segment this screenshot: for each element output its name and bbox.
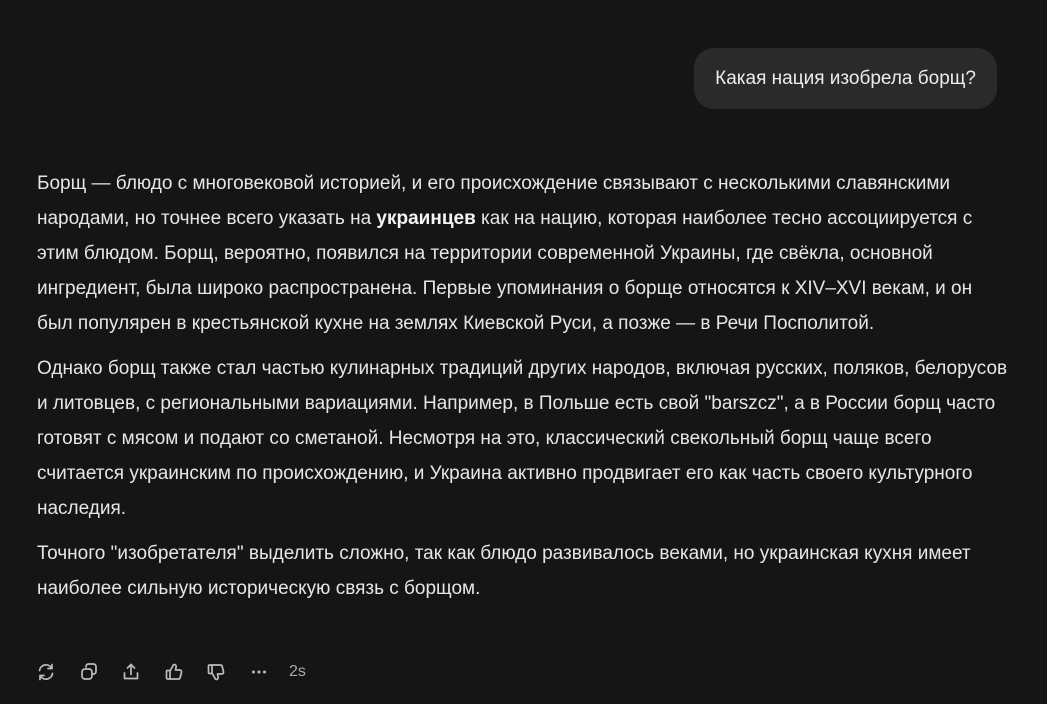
- copy-button[interactable]: [79, 662, 99, 682]
- response-paragraph-1: Борщ — блюдо с многовековой историей, и …: [37, 166, 1012, 341]
- response-paragraph-3: Точного "изобретателя" выделить сложно, …: [37, 543, 971, 599]
- user-message-bubble: Какая нация изобрела борщ?: [694, 48, 997, 109]
- dislike-button[interactable]: [206, 662, 226, 682]
- response-paragraph-2: Однако борщ также стал частью кулинарных…: [37, 358, 1008, 519]
- thumbs-up-icon: [165, 663, 182, 680]
- copy-icon: [80, 663, 97, 680]
- share-button[interactable]: [121, 662, 141, 682]
- response-time: 2s: [289, 663, 306, 680]
- assistant-response: Борщ — блюдо с многовековой историей, и …: [37, 166, 1012, 616]
- like-button[interactable]: [164, 662, 184, 682]
- response-actions-toolbar: 2s: [36, 660, 306, 684]
- more-options-button[interactable]: [249, 662, 269, 682]
- more-icon: [251, 670, 266, 674]
- regenerate-icon: [38, 663, 54, 681]
- thumbs-down-icon: [207, 664, 225, 681]
- response-p1-bold: украинцев: [376, 208, 476, 229]
- user-message-text: Какая нация изобрела борщ?: [715, 67, 976, 89]
- share-icon: [123, 663, 139, 680]
- regenerate-button[interactable]: [36, 662, 56, 682]
